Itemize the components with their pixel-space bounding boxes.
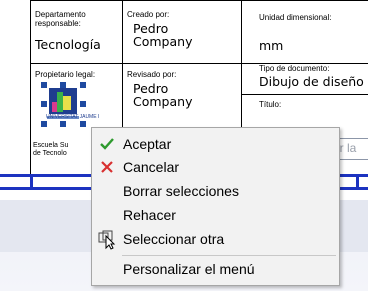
context-menu: Aceptar Cancelar Borrar selecciones Reha…: [91, 127, 340, 286]
department-value: Tecnología: [35, 37, 101, 52]
doc-type-value: Dibujo de diseño: [259, 74, 364, 89]
created-by-value: Pedro Company: [133, 21, 193, 49]
menu-item-accept[interactable]: Aceptar: [92, 133, 339, 155]
tb-line: [241, 94, 368, 95]
select-other-icon: [98, 228, 116, 250]
menu-item-label: Seleccionar otra: [123, 231, 225, 247]
university-logo[interactable]: UNIVERSITAT JAUME I: [43, 84, 99, 124]
department-label: Departamento responsable:: [35, 10, 86, 28]
frame-tick: [356, 174, 359, 190]
selection-handle[interactable]: [60, 121, 66, 127]
menu-item-select-other[interactable]: Seleccionar otra: [92, 228, 339, 250]
selection-handle[interactable]: [41, 82, 47, 88]
selection-handle[interactable]: [60, 82, 66, 88]
menu-item-cancel[interactable]: Cancelar: [92, 156, 339, 178]
checkmark-icon: [98, 133, 116, 155]
menu-separator: [122, 255, 336, 256]
logo-caption: UNIVERSITAT JAUME I: [46, 114, 100, 120]
selection-handle[interactable]: [41, 101, 47, 107]
red-x-icon: [98, 156, 116, 178]
menu-item-redo[interactable]: Rehacer: [92, 204, 339, 226]
owner-label: Propietario legal:: [35, 70, 96, 79]
menu-item-label: Borrar selecciones: [123, 183, 239, 199]
menu-item-label: Personalizar el menú: [123, 261, 255, 277]
menu-item-label: Cancelar: [123, 159, 180, 175]
selection-handle[interactable]: [41, 121, 47, 127]
tb-line: [122, 0, 123, 135]
tb-line: [30, 0, 368, 1]
menu-item-label: Rehacer: [123, 207, 176, 223]
unit-value: mm: [259, 38, 284, 53]
selection-handle[interactable]: [80, 121, 86, 127]
selection-handle[interactable]: [80, 101, 86, 107]
created-by-label: Creado por:: [127, 10, 170, 19]
menu-item-customize[interactable]: Personalizar el menú: [92, 258, 339, 280]
menu-item-label: Aceptar: [123, 136, 172, 152]
tb-line: [241, 0, 242, 135]
selection-handle[interactable]: [80, 82, 86, 88]
frame-tick: [30, 174, 33, 190]
doc-type-label: Tipo de documento:: [259, 64, 330, 73]
reviewed-by-value: Pedro Company: [133, 81, 193, 109]
owner-value: Escuela Su de Tecnolo: [33, 142, 69, 157]
menu-item-clear-selections[interactable]: Borrar selecciones: [92, 180, 339, 202]
unit-label: Unidad dimensional:: [259, 13, 332, 22]
tb-line: [30, 0, 31, 175]
title-label: Título:: [259, 100, 282, 109]
reviewed-by-label: Revisado por:: [127, 70, 177, 79]
